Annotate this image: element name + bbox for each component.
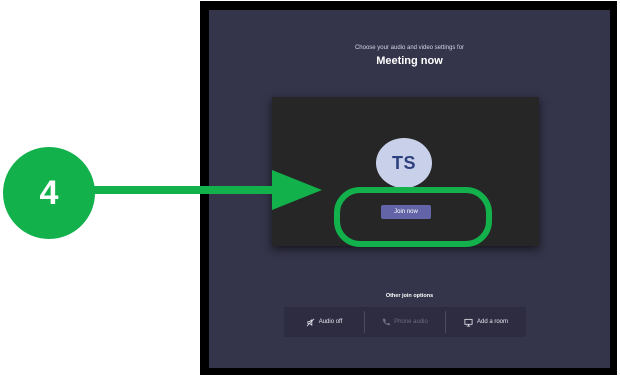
add-a-room-label: Add a room bbox=[476, 319, 509, 325]
prejoin-subtitle: Choose your audio and video settings for bbox=[354, 45, 465, 51]
phone-audio-option[interactable]: Phone audio bbox=[365, 307, 445, 337]
audio-off-label: Audio off bbox=[318, 319, 343, 325]
other-join-options-bar: Audio off Phone audio Add a room bbox=[284, 307, 526, 337]
phone-icon bbox=[382, 318, 391, 326]
other-join-options-heading: Other join options bbox=[385, 293, 434, 299]
highlight-ring bbox=[334, 187, 492, 247]
audio-off-option[interactable]: Audio off bbox=[284, 307, 364, 337]
audio-off-icon bbox=[306, 318, 315, 327]
room-icon bbox=[464, 318, 473, 327]
add-a-room-option[interactable]: Add a room bbox=[446, 307, 526, 337]
step-number-badge: 4 bbox=[3, 147, 95, 239]
tutorial-stage: Choose your audio and video settings for… bbox=[0, 0, 620, 376]
meeting-title: Meeting now bbox=[376, 55, 443, 67]
avatar: TS bbox=[376, 138, 432, 188]
phone-audio-label: Phone audio bbox=[394, 319, 428, 325]
